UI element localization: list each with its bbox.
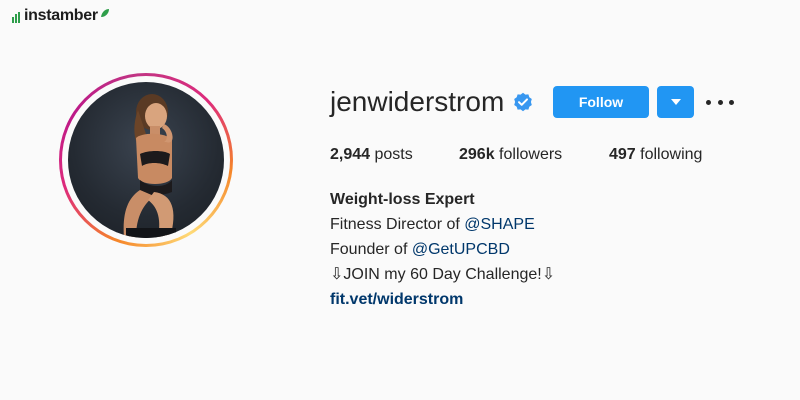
followers-label: followers (499, 146, 563, 163)
following-stat[interactable]: 497 following (609, 145, 702, 165)
bio-line-2: Founder of @GetUPCBD (330, 237, 555, 262)
profile-bio: Weight-loss Expert Fitness Director of @… (330, 187, 555, 312)
following-label: following (640, 146, 703, 163)
following-count: 497 (609, 146, 636, 163)
story-ring[interactable] (59, 73, 233, 247)
instamber-watermark: instamber (12, 7, 110, 25)
leaf-icon (100, 9, 109, 17)
posts-stat: 2,944 posts (330, 145, 413, 165)
chevron-down-icon (670, 99, 681, 105)
followers-count: 296k (459, 146, 495, 163)
avatar-photo (123, 94, 176, 238)
watermark-text: instamber (24, 7, 98, 24)
bar-chart-icon (12, 11, 20, 23)
posts-count: 2,944 (330, 146, 371, 163)
verified-badge-icon (514, 92, 532, 112)
username: jenwiderstrom (330, 86, 505, 117)
bio-line-3: ⇩JOIN my 60 Day Challenge!⇩ (330, 266, 556, 283)
followers-stat[interactable]: 296k followers (459, 145, 562, 165)
bio-line-2-text: Founder of (330, 241, 412, 258)
more-options-icon (706, 99, 711, 105)
mention-getupcbd-link[interactable]: @GetUPCBD (412, 241, 510, 258)
bio-website-link[interactable]: fit.vet/widerstrom (330, 287, 555, 312)
bio-full-name: Weight-loss Expert (330, 191, 475, 208)
bio-line-1: Fitness Director of @SHAPE (330, 212, 555, 237)
bio-line-1-text: Fitness Director of (330, 216, 465, 233)
avatar[interactable] (68, 82, 224, 238)
more-options-button[interactable] (706, 94, 734, 110)
suggestions-dropdown-button[interactable] (657, 86, 694, 118)
mention-shape-link[interactable]: @SHAPE (464, 216, 534, 233)
posts-label: posts (374, 146, 413, 163)
follow-button[interactable]: Follow (553, 86, 649, 118)
